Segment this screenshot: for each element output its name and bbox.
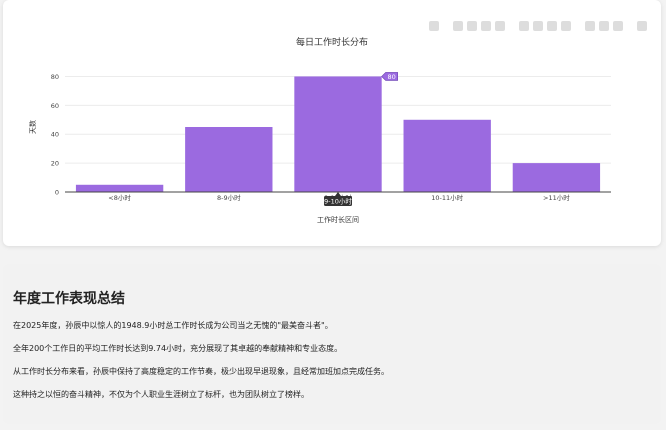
chart-title: 每日工作时长分布 [296,36,368,48]
x-axis-label: 工作时长区间 [317,215,359,224]
summary-line: 全年200个工作日的平均工作时长达到9.74小时，充分展现了其卓越的奉献精神和专… [13,344,343,353]
bar [512,163,601,192]
y-axis-ticks: 0 20 40 60 80 [51,73,59,197]
bar [75,184,164,192]
y-axis-label: 天数 [28,120,37,134]
chart-card: 每日工作时长分布 0 20 40 60 80 <8小时 8-9小时 9-10小时 10-11小… [3,0,661,246]
y-tick-label: 80 [51,73,59,81]
x-tick-label: <8小时 [108,193,131,202]
hover-category-label: 9-10小时 [324,197,352,206]
summary-card: 年度工作表现总结 在2025年度，孙辰中以惊人的1948.9小时总工作时长成为公… [3,264,661,424]
summary-title: 年度工作表现总结 [13,291,125,307]
summary-line: 从工作时长分布来看，孙辰中保持了高度稳定的工作节奏，极少出现早退现象，且经常加班… [13,367,389,376]
bar [185,127,273,192]
x-tick-label: >11小时 [543,193,570,202]
bar-chart: 每日工作时长分布 0 20 40 60 80 <8小时 8-9小时 9-10小时 10-11小… [28,36,611,224]
y-tick-label: 0 [55,189,59,197]
y-tick-label: 20 [51,160,59,168]
bar [403,119,491,192]
summary-line: 这种持之以恒的奋斗精神，不仅为个人职业生涯树立了标杆，也为团队树立了榜样。 [13,390,309,399]
y-tick-label: 60 [51,102,59,110]
x-tick-label: 10-11小时 [431,193,463,202]
y-tick-label: 40 [51,131,59,139]
x-tick-label: 8-9小时 [217,193,241,202]
summary-line: 在2025年度，孙辰中以惊人的1948.9小时总工作时长成为公司当之无愧的"最美… [13,321,333,330]
hover-value-label: 80 [388,73,396,81]
bar [294,76,382,192]
